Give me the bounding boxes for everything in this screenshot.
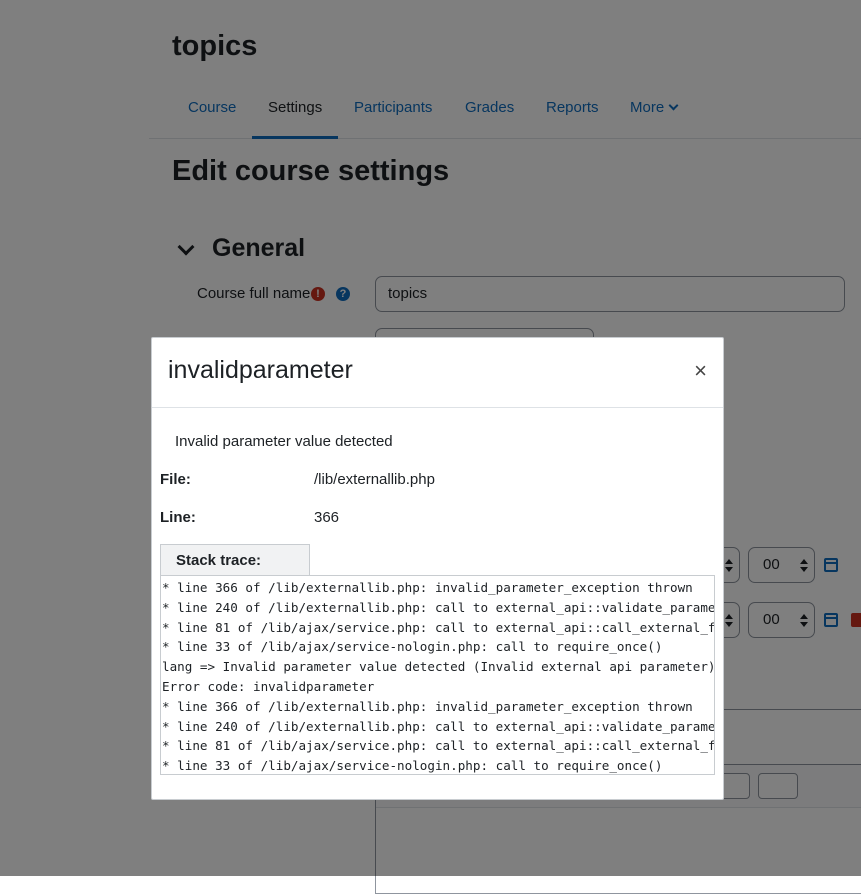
modal-title: invalidparameter <box>168 356 353 384</box>
trace-line: * line 33 of /lib/ajax/service-nologin.p… <box>162 758 663 774</box>
trace-line: lang => Invalid parameter value detected… <box>162 659 715 675</box>
modal-header: invalidparameter × <box>152 338 723 408</box>
trace-line: * line 366 of /lib/externallib.php: inva… <box>162 580 693 595</box>
trace-line: * line 33 of /lib/ajax/service-nologin.p… <box>162 639 663 655</box>
close-icon[interactable]: × <box>694 360 707 382</box>
trace-line: * line 81 of /lib/ajax/service.php: call… <box>162 738 715 754</box>
file-label: File: <box>160 471 191 488</box>
trace-line: * line 240 of /lib/externallib.php: call… <box>162 718 715 734</box>
line-label: Line: <box>160 509 196 526</box>
trace-line: * line 81 of /lib/ajax/service.php: call… <box>162 619 715 635</box>
trace-line: * line 240 of /lib/externallib.php: call… <box>162 599 715 615</box>
trace-line: * line 366 of /lib/externallib.php: inva… <box>162 698 693 714</box>
line-value: 366 <box>314 509 340 526</box>
error-modal: invalidparameter × Invalid parameter val… <box>151 337 724 800</box>
stack-trace[interactable]: * line 366 of /lib/externallib.php: inva… <box>160 575 715 775</box>
file-value: /lib/externallib.php <box>314 471 435 488</box>
stack-trace-tab[interactable]: Stack trace: <box>160 544 310 575</box>
trace-line: Error code: invalidparameter <box>162 678 375 694</box>
error-message: Invalid parameter value detected <box>175 433 393 450</box>
